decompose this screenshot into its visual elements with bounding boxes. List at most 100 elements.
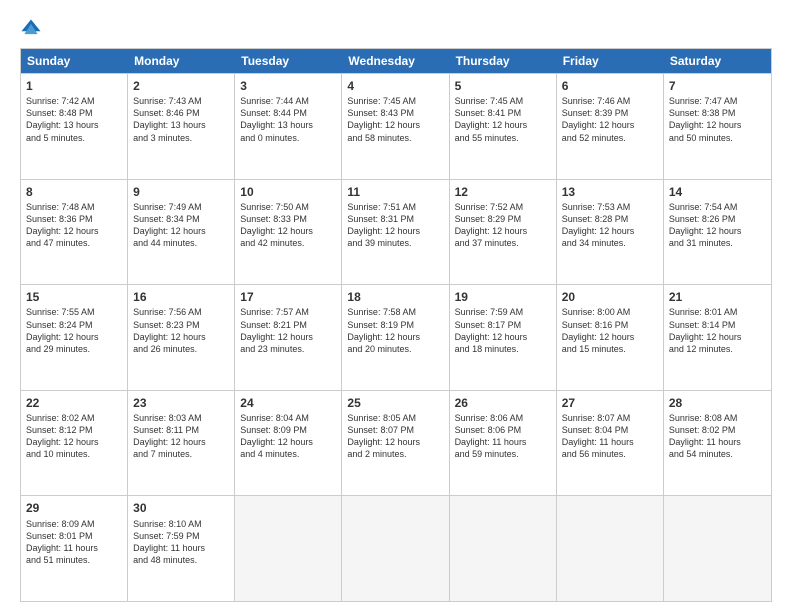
day-number: 27 [562,395,658,411]
cell-line: Sunset: 8:28 PM [562,213,658,225]
calendar-header: SundayMondayTuesdayWednesdayThursdayFrid… [21,49,771,73]
cell-line: Daylight: 12 hours [133,331,229,343]
cell-line: Sunrise: 7:56 AM [133,306,229,318]
day-number: 7 [669,78,766,94]
cell-line: Sunrise: 7:48 AM [26,201,122,213]
cal-row-0: 1Sunrise: 7:42 AMSunset: 8:48 PMDaylight… [21,73,771,179]
cal-cell: 20Sunrise: 8:00 AMSunset: 8:16 PMDayligh… [557,285,664,390]
page: SundayMondayTuesdayWednesdayThursdayFrid… [0,0,792,612]
cell-line: and 47 minutes. [26,237,122,249]
cell-line: Daylight: 11 hours [562,436,658,448]
cal-cell: 18Sunrise: 7:58 AMSunset: 8:19 PMDayligh… [342,285,449,390]
cell-line: Daylight: 12 hours [133,436,229,448]
cell-line: Daylight: 11 hours [133,542,229,554]
cell-line: Sunset: 8:04 PM [562,424,658,436]
cell-line: and 12 minutes. [669,343,766,355]
cell-line: Sunrise: 8:10 AM [133,518,229,530]
cell-line: Sunset: 8:39 PM [562,107,658,119]
day-number: 16 [133,289,229,305]
day-number: 22 [26,395,122,411]
cell-line: Daylight: 12 hours [455,119,551,131]
cell-line: Sunset: 8:23 PM [133,319,229,331]
cell-line: and 48 minutes. [133,554,229,566]
cal-cell: 28Sunrise: 8:08 AMSunset: 8:02 PMDayligh… [664,391,771,496]
cal-cell: 24Sunrise: 8:04 AMSunset: 8:09 PMDayligh… [235,391,342,496]
cell-line: Sunrise: 8:04 AM [240,412,336,424]
cell-line: Sunrise: 7:53 AM [562,201,658,213]
cell-line: Daylight: 12 hours [133,225,229,237]
cal-cell: 4Sunrise: 7:45 AMSunset: 8:43 PMDaylight… [342,74,449,179]
cell-line: Sunset: 8:02 PM [669,424,766,436]
cell-line: Sunset: 8:11 PM [133,424,229,436]
cell-line: Sunrise: 8:05 AM [347,412,443,424]
cell-line: Sunrise: 7:46 AM [562,95,658,107]
cell-line: Sunrise: 7:45 AM [347,95,443,107]
cell-line: Sunrise: 8:00 AM [562,306,658,318]
cal-cell: 25Sunrise: 8:05 AMSunset: 8:07 PMDayligh… [342,391,449,496]
cell-line: and 5 minutes. [26,132,122,144]
day-number: 21 [669,289,766,305]
cell-line: and 58 minutes. [347,132,443,144]
cal-cell [342,496,449,601]
cell-line: Sunrise: 7:55 AM [26,306,122,318]
cell-line: and 54 minutes. [669,448,766,460]
cell-line: and 4 minutes. [240,448,336,460]
cell-line: and 59 minutes. [455,448,551,460]
day-number: 25 [347,395,443,411]
header-cell-monday: Monday [128,49,235,73]
cell-line: and 10 minutes. [26,448,122,460]
cell-line: and 34 minutes. [562,237,658,249]
cell-line: Daylight: 12 hours [455,225,551,237]
day-number: 8 [26,184,122,200]
cell-line: Sunrise: 8:02 AM [26,412,122,424]
cell-line: and 31 minutes. [669,237,766,249]
cell-line: Daylight: 11 hours [669,436,766,448]
cal-cell: 22Sunrise: 8:02 AMSunset: 8:12 PMDayligh… [21,391,128,496]
cell-line: Sunrise: 8:01 AM [669,306,766,318]
cell-line: Sunset: 8:48 PM [26,107,122,119]
day-number: 10 [240,184,336,200]
day-number: 5 [455,78,551,94]
cal-cell: 19Sunrise: 7:59 AMSunset: 8:17 PMDayligh… [450,285,557,390]
cal-cell [235,496,342,601]
cal-cell: 5Sunrise: 7:45 AMSunset: 8:41 PMDaylight… [450,74,557,179]
cell-line: Sunrise: 7:54 AM [669,201,766,213]
cell-line: Sunrise: 7:43 AM [133,95,229,107]
cell-line: and 2 minutes. [347,448,443,460]
logo-icon [20,18,42,40]
day-number: 18 [347,289,443,305]
cell-line: and 51 minutes. [26,554,122,566]
cell-line: Sunset: 8:24 PM [26,319,122,331]
cal-cell: 23Sunrise: 8:03 AMSunset: 8:11 PMDayligh… [128,391,235,496]
cell-line: Sunrise: 7:45 AM [455,95,551,107]
cell-line: and 18 minutes. [455,343,551,355]
cal-cell: 7Sunrise: 7:47 AMSunset: 8:38 PMDaylight… [664,74,771,179]
header-cell-thursday: Thursday [450,49,557,73]
header-cell-tuesday: Tuesday [235,49,342,73]
cal-cell: 3Sunrise: 7:44 AMSunset: 8:44 PMDaylight… [235,74,342,179]
cell-line: Daylight: 12 hours [240,225,336,237]
cell-line: Sunrise: 8:03 AM [133,412,229,424]
cell-line: Sunrise: 8:09 AM [26,518,122,530]
cell-line: Daylight: 12 hours [347,331,443,343]
day-number: 20 [562,289,658,305]
day-number: 13 [562,184,658,200]
cell-line: Daylight: 12 hours [562,331,658,343]
calendar: SundayMondayTuesdayWednesdayThursdayFrid… [20,48,772,602]
header-cell-friday: Friday [557,49,664,73]
cal-row-2: 15Sunrise: 7:55 AMSunset: 8:24 PMDayligh… [21,284,771,390]
cell-line: Sunset: 8:29 PM [455,213,551,225]
cell-line: and 29 minutes. [26,343,122,355]
cal-cell: 15Sunrise: 7:55 AMSunset: 8:24 PMDayligh… [21,285,128,390]
calendar-body: 1Sunrise: 7:42 AMSunset: 8:48 PMDaylight… [21,73,771,601]
cal-cell: 2Sunrise: 7:43 AMSunset: 8:46 PMDaylight… [128,74,235,179]
cal-row-4: 29Sunrise: 8:09 AMSunset: 8:01 PMDayligh… [21,495,771,601]
cell-line: Sunrise: 7:52 AM [455,201,551,213]
cell-line: Daylight: 13 hours [26,119,122,131]
cell-line: Sunset: 8:41 PM [455,107,551,119]
cell-line: Daylight: 12 hours [455,331,551,343]
cal-cell: 17Sunrise: 7:57 AMSunset: 8:21 PMDayligh… [235,285,342,390]
cell-line: Sunrise: 7:50 AM [240,201,336,213]
cal-row-3: 22Sunrise: 8:02 AMSunset: 8:12 PMDayligh… [21,390,771,496]
cal-cell: 30Sunrise: 8:10 AMSunset: 7:59 PMDayligh… [128,496,235,601]
